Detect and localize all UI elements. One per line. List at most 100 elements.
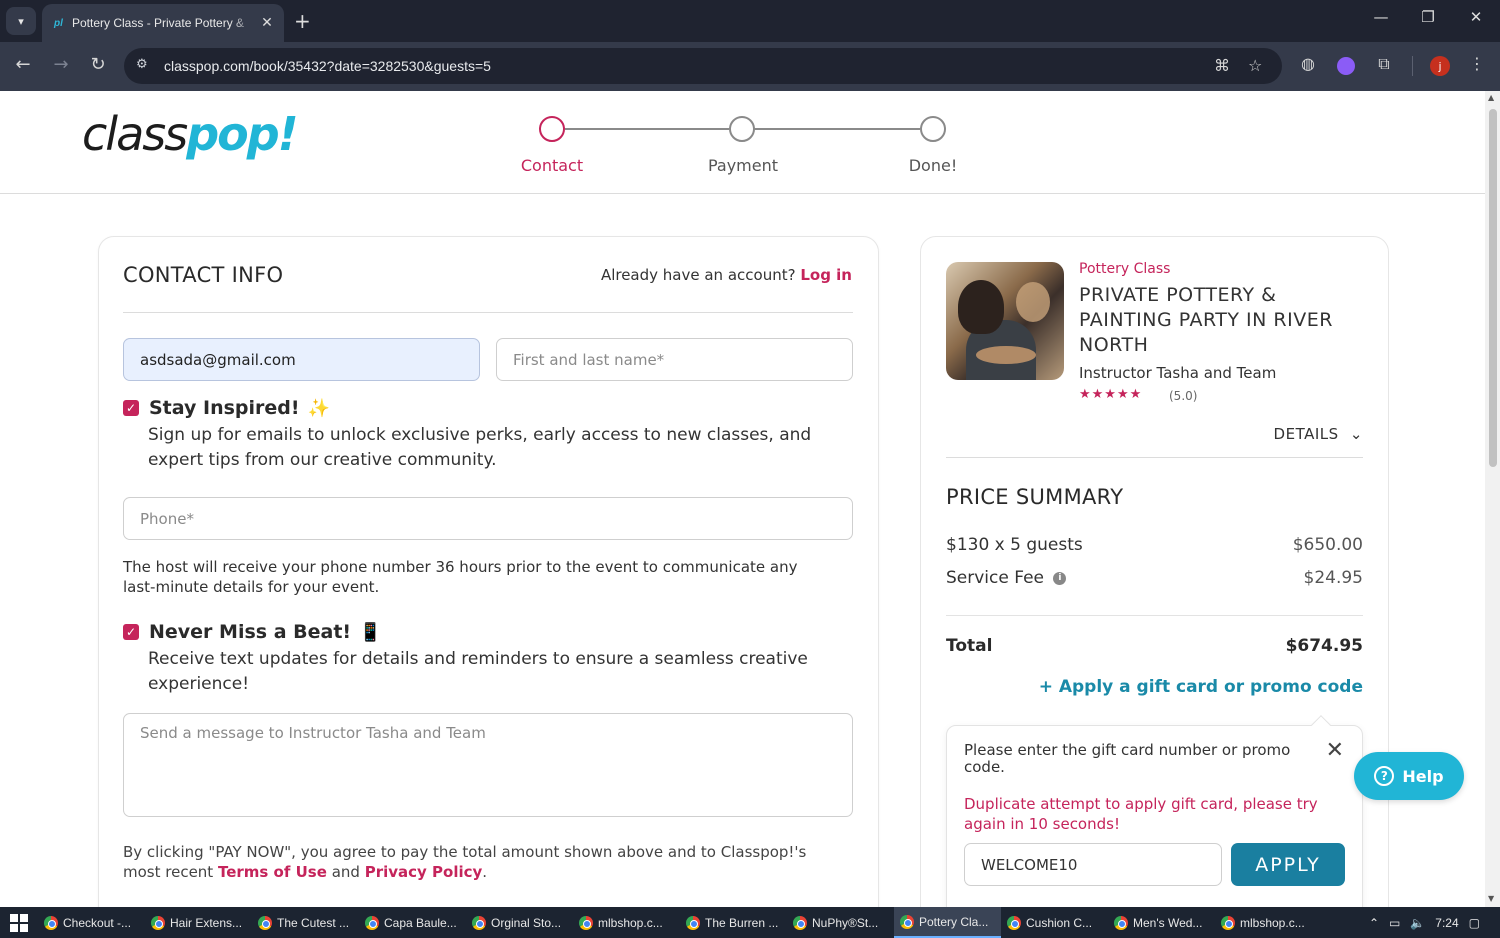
stay-inspired-row: ✓ Stay Inspired! ✨	[123, 397, 330, 419]
browser-tab-active[interactable]: pl Pottery Class - Private Pottery & ✕	[42, 4, 284, 42]
help-button[interactable]: ? Help	[1354, 752, 1464, 800]
taskbar-item[interactable]: Capa Baule...	[359, 907, 466, 938]
globe-extension-icon[interactable]: ◍	[1296, 54, 1320, 73]
divider	[946, 457, 1363, 458]
login-link[interactable]: Log in	[800, 266, 852, 284]
chrome-icon	[686, 915, 700, 930]
email-field[interactable]	[123, 338, 480, 381]
terms-of-use-link[interactable]: Terms of Use	[218, 863, 327, 881]
taskbar-item[interactable]: The Burren ...	[680, 907, 787, 938]
taskbar-item[interactable]: mlbshop.c...	[1215, 907, 1322, 938]
price-line-service-fee: Service Fee i $24.95	[946, 568, 1363, 588]
stay-inspired-description: Sign up for emails to unlock exclusive p…	[148, 425, 812, 470]
address-bar[interactable]: ⚙ classpop.com/book/35432?date=3282530&g…	[124, 48, 1282, 84]
chrome-icon	[151, 915, 165, 930]
close-window-icon[interactable]: ✕	[1461, 8, 1491, 26]
reload-icon[interactable]: ↻	[85, 54, 111, 75]
instructor-name: Instructor Tasha and Team	[1079, 364, 1277, 382]
extensions-puzzle-icon[interactable]: ⧉	[1372, 54, 1396, 74]
step-done-circle	[920, 116, 946, 142]
step-payment-circle	[729, 116, 755, 142]
page-scrollbar[interactable]: ▲ ▼	[1485, 91, 1500, 907]
apply-button[interactable]: APPLY	[1231, 843, 1345, 886]
chevron-down-icon: ⌄	[1349, 425, 1363, 443]
network-icon[interactable]: ▭	[1389, 916, 1400, 930]
stay-inspired-title: Stay Inspired!	[149, 397, 300, 419]
name-field[interactable]	[496, 338, 853, 381]
taskbar-item[interactable]: Men's Wed...	[1108, 907, 1215, 938]
taskbar-item[interactable]: The Cutest ...	[252, 907, 359, 938]
url-text[interactable]: classpop.com/book/35432?date=3282530&gue…	[164, 58, 491, 74]
privacy-policy-link[interactable]: Privacy Policy	[365, 863, 483, 881]
order-summary-card: Pottery Class PRIVATE POTTERY & PAINTING…	[920, 236, 1389, 907]
kebab-menu-icon[interactable]: ⋮	[1465, 54, 1489, 73]
windows-taskbar: Checkout -... Hair Extens... The Cutest …	[0, 907, 1500, 938]
never-miss-description: Receive text updates for details and rem…	[148, 649, 808, 694]
chrome-icon	[1007, 915, 1021, 930]
price-line-guests: $130 x 5 guests $650.00	[946, 535, 1363, 555]
browser-tab-bar: ▾ pl Pottery Class - Private Pottery & ✕…	[0, 0, 1500, 42]
chrome-icon	[472, 915, 486, 930]
details-toggle[interactable]: DETAILS ⌄	[1274, 425, 1363, 443]
info-icon[interactable]: i	[1053, 571, 1067, 585]
stay-inspired-checkbox[interactable]: ✓	[123, 400, 139, 416]
forward-arrow-icon[interactable]: →	[48, 54, 74, 75]
new-tab-plus-icon[interactable]: +	[294, 8, 311, 34]
taskbar-item[interactable]: mlbshop.c...	[573, 907, 680, 938]
phone-field[interactable]	[123, 497, 853, 540]
divider	[946, 615, 1363, 616]
chrome-icon	[900, 914, 914, 929]
mobile-phone-icon: 📱	[359, 621, 382, 643]
rating-stars-icon: ★★★★★	[1079, 387, 1143, 402]
bookmark-star-icon[interactable]: ☆	[1248, 56, 1262, 75]
step-connector	[754, 128, 920, 130]
never-miss-title: Never Miss a Beat!	[149, 621, 352, 643]
site-info-icon[interactable]: ⚙	[136, 57, 148, 72]
tab-close-icon[interactable]: ✕	[258, 15, 276, 31]
restore-icon[interactable]: ❐	[1413, 8, 1443, 26]
notifications-icon[interactable]: ▢	[1469, 916, 1480, 930]
total-row: Total $674.95	[946, 636, 1363, 656]
chrome-icon	[44, 915, 58, 930]
site-header: classpop! Contact Payment Done!	[0, 91, 1485, 194]
chrome-icon	[1114, 915, 1128, 930]
question-icon: ?	[1374, 766, 1395, 786]
minimize-icon[interactable]: —	[1366, 8, 1396, 26]
clock-time[interactable]: 7:24	[1435, 916, 1458, 930]
system-tray: ⌃ ▭ 🔈 7:24 ▢	[1369, 907, 1500, 938]
never-miss-checkbox[interactable]: ✓	[123, 624, 139, 640]
step-payment-label: Payment	[707, 156, 779, 175]
promo-prompt: Please enter the gift card number or pro…	[964, 741, 1291, 776]
back-arrow-icon[interactable]: ←	[10, 54, 36, 75]
chrome-icon	[1221, 915, 1235, 930]
tab-search-icon[interactable]: ▾	[6, 7, 36, 35]
message-textarea[interactable]	[123, 713, 853, 817]
class-thumbnail-image	[946, 262, 1064, 380]
taskbar-item[interactable]: Orginal Sto...	[466, 907, 573, 938]
apply-promo-link[interactable]: + Apply a gift card or promo code	[1039, 677, 1363, 697]
toolbar-separator	[1412, 56, 1413, 76]
taskbar-item[interactable]: Checkout -...	[38, 907, 145, 938]
class-category[interactable]: Pottery Class	[1079, 261, 1170, 277]
taskbar-item-active[interactable]: Pottery Cla...	[894, 907, 1001, 938]
terms-text: By clicking "PAY NOW", you agree to pay …	[123, 843, 807, 881]
taskbar-item[interactable]: NuPhy®St...	[787, 907, 894, 938]
chrome-icon	[365, 915, 379, 930]
price-summary-title: PRICE SUMMARY	[946, 485, 1124, 509]
chevron-up-icon[interactable]: ⌃	[1369, 916, 1379, 930]
checkout-stepper: Contact Payment Done!	[0, 91, 1485, 194]
rating-value: (5.0)	[1169, 389, 1198, 403]
scroll-down-icon[interactable]: ▼	[1488, 894, 1494, 903]
scroll-up-icon[interactable]: ▲	[1488, 93, 1494, 102]
scroll-thumb[interactable]	[1489, 109, 1497, 467]
profile-avatar[interactable]: j	[1430, 56, 1450, 76]
volume-icon[interactable]: 🔈	[1410, 916, 1425, 930]
taskbar-item[interactable]: Hair Extens...	[145, 907, 252, 938]
purple-extension-icon[interactable]	[1337, 57, 1355, 75]
windows-start-icon[interactable]	[0, 907, 38, 938]
translate-icon[interactable]: ⌘	[1214, 56, 1230, 75]
step-contact-circle	[539, 116, 565, 142]
close-icon[interactable]: ✕	[1326, 740, 1344, 762]
taskbar-item[interactable]: Cushion C...	[1001, 907, 1108, 938]
promo-code-input[interactable]	[964, 843, 1222, 886]
